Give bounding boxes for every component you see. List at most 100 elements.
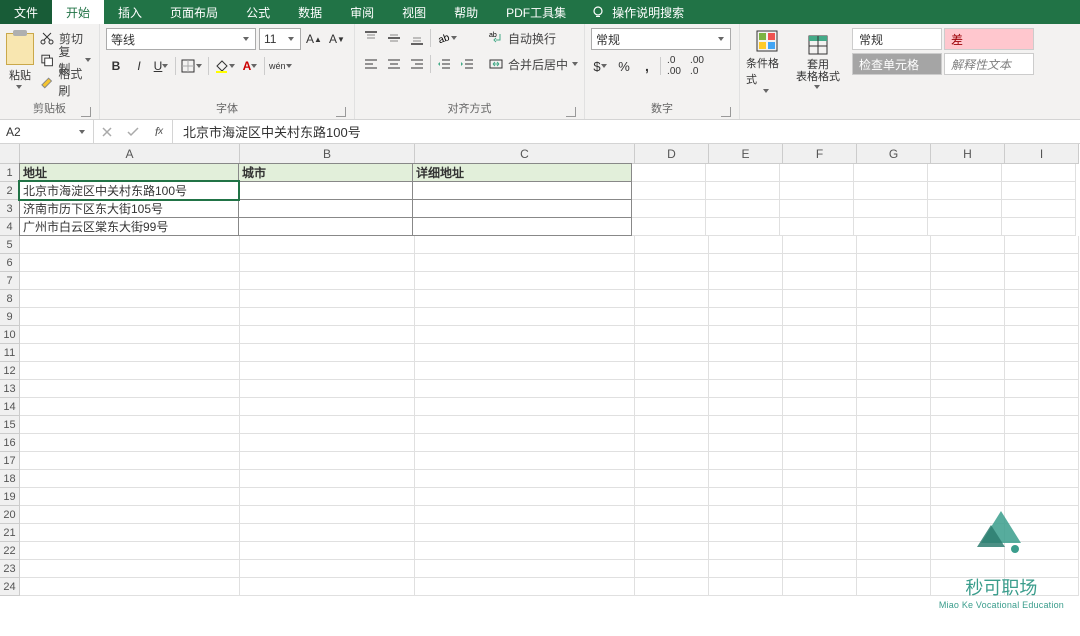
cell[interactable]: [415, 362, 635, 380]
row-header-19[interactable]: 19: [0, 488, 20, 506]
cell[interactable]: [931, 470, 1005, 488]
percent-button[interactable]: %: [614, 56, 634, 76]
row-header-18[interactable]: 18: [0, 470, 20, 488]
cell[interactable]: [415, 452, 635, 470]
cell[interactable]: [709, 578, 783, 596]
increase-decimal-button[interactable]: .0.00: [664, 56, 684, 76]
cell[interactable]: [783, 488, 857, 506]
cell[interactable]: [240, 236, 415, 254]
cell[interactable]: [783, 236, 857, 254]
decrease-indent-button[interactable]: [434, 54, 454, 74]
cell[interactable]: [709, 362, 783, 380]
cell[interactable]: [20, 578, 240, 596]
tab-formulas[interactable]: 公式: [232, 0, 284, 24]
cell[interactable]: [415, 344, 635, 362]
cell[interactable]: [412, 181, 632, 200]
cell[interactable]: [240, 290, 415, 308]
cell[interactable]: [415, 524, 635, 542]
cell[interactable]: [780, 182, 854, 200]
cell[interactable]: [415, 290, 635, 308]
row-header-8[interactable]: 8: [0, 290, 20, 308]
cell[interactable]: [1005, 506, 1079, 524]
cell[interactable]: [20, 362, 240, 380]
cell[interactable]: [709, 344, 783, 362]
cell[interactable]: [1005, 308, 1079, 326]
cell[interactable]: [635, 254, 709, 272]
comma-button[interactable]: ,: [637, 56, 657, 76]
column-header-I[interactable]: I: [1005, 144, 1079, 164]
cell[interactable]: [240, 380, 415, 398]
row-header-6[interactable]: 6: [0, 254, 20, 272]
cell[interactable]: [1005, 398, 1079, 416]
cell[interactable]: [931, 506, 1005, 524]
cell[interactable]: [783, 398, 857, 416]
cell[interactable]: [854, 200, 928, 218]
cell[interactable]: [415, 398, 635, 416]
cell[interactable]: [632, 218, 706, 236]
cell[interactable]: [857, 362, 931, 380]
cell[interactable]: [783, 452, 857, 470]
cell-style-bad[interactable]: 差: [944, 28, 1034, 50]
cell[interactable]: [709, 254, 783, 272]
number-format-combo[interactable]: 常规: [591, 28, 731, 50]
cell[interactable]: [240, 326, 415, 344]
tab-data[interactable]: 数据: [284, 0, 336, 24]
cell[interactable]: [1005, 452, 1079, 470]
cell[interactable]: [240, 560, 415, 578]
cell[interactable]: [20, 488, 240, 506]
cell[interactable]: [857, 326, 931, 344]
cell[interactable]: [1002, 182, 1076, 200]
cell[interactable]: [783, 326, 857, 344]
cell[interactable]: [240, 488, 415, 506]
cell-style-check[interactable]: 检查单元格: [852, 53, 942, 75]
cell[interactable]: [635, 470, 709, 488]
tab-page-layout[interactable]: 页面布局: [156, 0, 232, 24]
cell[interactable]: [635, 290, 709, 308]
row-header-1[interactable]: 1: [0, 164, 20, 182]
cell[interactable]: [1005, 434, 1079, 452]
cell[interactable]: [240, 344, 415, 362]
name-box[interactable]: A2: [0, 120, 94, 143]
row-header-21[interactable]: 21: [0, 524, 20, 542]
row-header-13[interactable]: 13: [0, 380, 20, 398]
cell[interactable]: [415, 308, 635, 326]
cell[interactable]: [783, 506, 857, 524]
column-header-G[interactable]: G: [857, 144, 931, 164]
cell[interactable]: [709, 290, 783, 308]
cell[interactable]: [1005, 524, 1079, 542]
tab-file[interactable]: 文件: [0, 0, 52, 24]
cell[interactable]: 详细地址: [412, 163, 632, 182]
cell[interactable]: [857, 416, 931, 434]
cell[interactable]: 城市: [238, 163, 413, 182]
cell[interactable]: [415, 272, 635, 290]
cell[interactable]: [857, 236, 931, 254]
cell[interactable]: [931, 272, 1005, 290]
cell[interactable]: [1005, 290, 1079, 308]
align-top-button[interactable]: [361, 28, 381, 48]
border-button[interactable]: [179, 56, 205, 76]
cell[interactable]: [931, 452, 1005, 470]
cell[interactable]: [415, 470, 635, 488]
cell[interactable]: [240, 578, 415, 596]
cell[interactable]: [931, 236, 1005, 254]
cell[interactable]: [20, 416, 240, 434]
cell[interactable]: [854, 182, 928, 200]
cell[interactable]: [635, 542, 709, 560]
cell[interactable]: [857, 524, 931, 542]
cell[interactable]: [709, 488, 783, 506]
cell[interactable]: [20, 308, 240, 326]
row-header-9[interactable]: 9: [0, 308, 20, 326]
cell[interactable]: [20, 254, 240, 272]
cell[interactable]: [1005, 542, 1079, 560]
cell[interactable]: [240, 524, 415, 542]
decrease-font-button[interactable]: A▼: [327, 29, 347, 49]
row-header-22[interactable]: 22: [0, 542, 20, 560]
conditional-format-button[interactable]: 条件格式: [746, 28, 788, 94]
cell[interactable]: [1005, 416, 1079, 434]
cell-style-explain[interactable]: 解释性文本: [944, 53, 1034, 75]
insert-function-button[interactable]: fx: [146, 121, 172, 143]
cell[interactable]: [415, 434, 635, 452]
font-color-button[interactable]: A: [241, 56, 261, 76]
cell[interactable]: [780, 164, 854, 182]
increase-indent-button[interactable]: [457, 54, 477, 74]
